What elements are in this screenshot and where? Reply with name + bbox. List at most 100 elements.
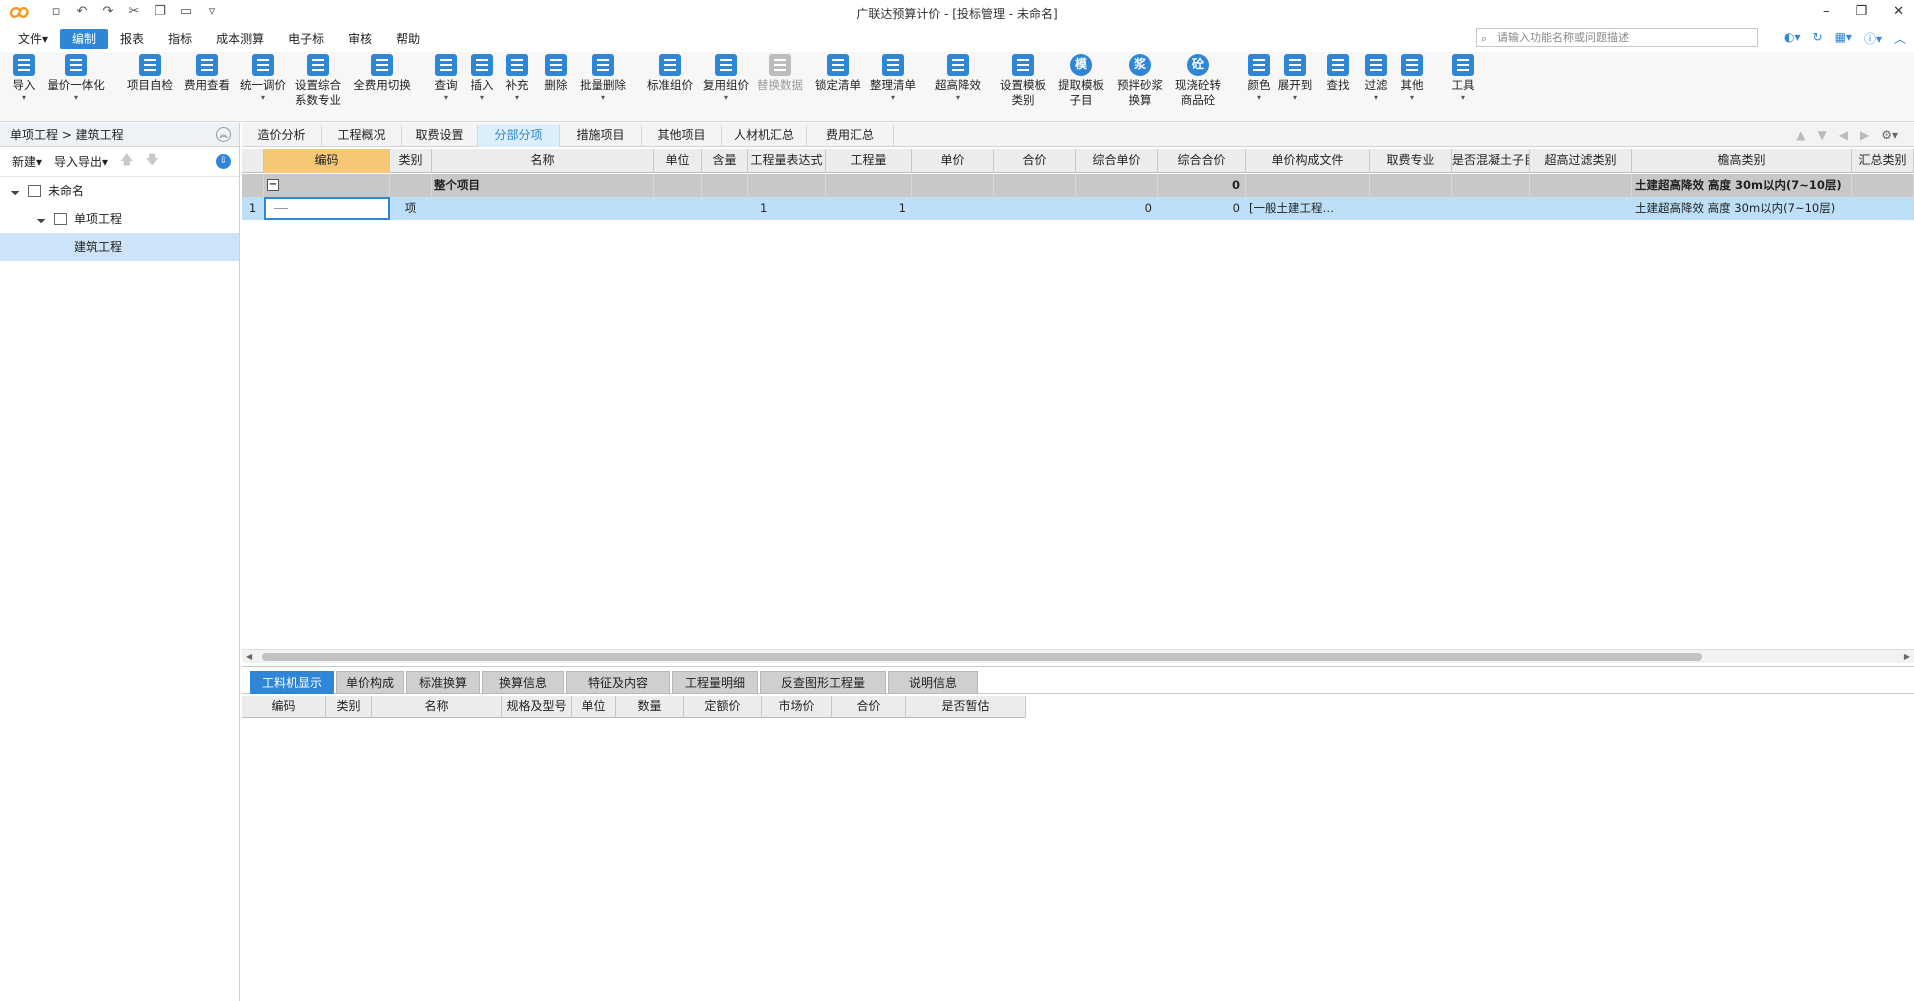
menu-item[interactable]: 报表 bbox=[108, 29, 156, 49]
function-search-input[interactable]: ⌕ 请输入功能名称或问题描述 bbox=[1476, 28, 1758, 47]
menu-item[interactable]: 文件▾ bbox=[6, 29, 60, 49]
menu-item[interactable]: 帮助 bbox=[384, 29, 432, 49]
detail-tab[interactable]: 反查图形工程量 bbox=[760, 671, 886, 694]
ribbon-button-mortar[interactable]: 浆预拌砂浆 换算 bbox=[1110, 54, 1170, 108]
cell-unit[interactable] bbox=[654, 174, 702, 197]
tab-item[interactable]: 造价分析 bbox=[242, 125, 322, 147]
expand-toggle-icon[interactable]: ◢ bbox=[29, 207, 53, 231]
cell-unit_comp[interactable]: 0 bbox=[1076, 197, 1158, 220]
tab-item[interactable]: 分部分项 bbox=[478, 125, 560, 147]
chevron-down-icon[interactable]: ▾ bbox=[515, 93, 519, 102]
tab-item[interactable]: 其他项目 bbox=[642, 125, 722, 147]
chevron-down-icon[interactable]: ▾ bbox=[1293, 93, 1297, 102]
scroll-left-icon[interactable]: ◀ bbox=[246, 650, 252, 664]
ribbon-button-self-check[interactable]: 项目自检 bbox=[120, 54, 180, 93]
tree-item[interactable]: ◢ 单项工程 bbox=[0, 205, 239, 233]
arrow-down-icon[interactable]: ▼ bbox=[1818, 128, 1827, 142]
settings-icon[interactable]: ⚙▾ bbox=[1881, 128, 1898, 142]
info-icon[interactable]: ⓘ▾ bbox=[1864, 30, 1882, 47]
headset-icon[interactable]: ◐▾ bbox=[1784, 30, 1801, 47]
column-header[interactable]: 名称 bbox=[432, 149, 654, 173]
chevron-down-icon[interactable]: ▾ bbox=[22, 93, 26, 102]
ribbon-button-tools[interactable]: 工具 ▾ bbox=[1433, 54, 1493, 102]
ribbon-button-reuse-price[interactable]: 复用组价 ▾ bbox=[696, 54, 756, 102]
cell-fee_major[interactable] bbox=[1370, 197, 1452, 220]
cell-super_filter[interactable] bbox=[1530, 197, 1632, 220]
column-header[interactable]: 汇总类别 bbox=[1852, 149, 1914, 173]
detail-tab[interactable]: 单价构成 bbox=[336, 671, 404, 694]
detail-column-header[interactable]: 市场价 bbox=[762, 696, 832, 718]
detail-column-header[interactable]: 单位 bbox=[572, 696, 616, 718]
menu-item[interactable]: 编制 bbox=[60, 29, 109, 49]
column-header[interactable]: 含量 bbox=[702, 149, 748, 173]
move-up-icon[interactable]: 🡅 bbox=[120, 151, 133, 173]
chevron-down-icon[interactable]: ▾ bbox=[480, 93, 484, 102]
cell-comp_total[interactable]: 0 bbox=[1158, 174, 1246, 197]
column-header[interactable]: 单价构成文件 bbox=[1246, 149, 1370, 173]
ribbon-button-batch-delete[interactable]: 批量删除 ▾ bbox=[573, 54, 633, 102]
collapse-ribbon-icon[interactable]: ︿ bbox=[1894, 30, 1906, 47]
tab-item[interactable]: 措施项目 bbox=[560, 125, 642, 147]
tab-item[interactable]: 人材机汇总 bbox=[722, 125, 807, 147]
ribbon-button-standard-price[interactable]: 标准组价 bbox=[640, 54, 700, 93]
minimize-icon[interactable]: – bbox=[1823, 4, 1830, 19]
expand-toggle-icon[interactable]: ◢ bbox=[3, 179, 27, 203]
chevron-down-icon[interactable]: ▾ bbox=[1410, 93, 1414, 102]
column-header[interactable]: 综合合价 bbox=[1158, 149, 1246, 173]
arrow-right-icon[interactable]: ▶ bbox=[1860, 128, 1869, 142]
ribbon-button-lock[interactable]: 锁定清单 bbox=[808, 54, 868, 93]
cell-unit[interactable] bbox=[654, 197, 702, 220]
cell-comp_total[interactable]: 0 bbox=[1158, 197, 1246, 220]
cell-fee_major[interactable] bbox=[1370, 174, 1452, 197]
column-header[interactable]: 单位 bbox=[654, 149, 702, 173]
detail-column-header[interactable]: 合价 bbox=[832, 696, 906, 718]
horizontal-scrollbar[interactable]: ◀ ▶ bbox=[242, 649, 1914, 663]
detail-tab[interactable]: 工程量明细 bbox=[672, 671, 758, 694]
chevron-down-icon[interactable]: ▾ bbox=[1461, 93, 1465, 102]
group-row[interactable]: − 整个项目 0 土建超高降效 高度 30m以内(7~10层) bbox=[242, 174, 1914, 197]
column-header[interactable]: 综合单价 bbox=[1076, 149, 1158, 173]
cell-expr[interactable] bbox=[748, 174, 826, 197]
cell-unit_comp[interactable] bbox=[1076, 174, 1158, 197]
column-header[interactable]: 超高过滤类别 bbox=[1530, 149, 1632, 173]
ribbon-button-extract-template[interactable]: 模提取模板 子目 bbox=[1051, 54, 1111, 108]
ribbon-button-organize-list[interactable]: 整理清单 ▾ bbox=[863, 54, 923, 102]
tree-item[interactable]: ◢ 未命名 bbox=[0, 177, 239, 205]
detail-tab[interactable]: 特征及内容 bbox=[566, 671, 670, 694]
menu-item[interactable]: 审核 bbox=[336, 29, 384, 49]
close-icon[interactable]: ✕ bbox=[1893, 4, 1904, 19]
column-header[interactable]: 工程量表达式 bbox=[748, 149, 826, 173]
ribbon-button-template[interactable]: 设置模板 类别 bbox=[993, 54, 1053, 108]
cell-is_concrete[interactable] bbox=[1452, 197, 1530, 220]
detail-column-header[interactable]: 编码 bbox=[242, 696, 326, 718]
detail-tab[interactable]: 工料机显示 bbox=[250, 671, 334, 694]
detail-column-header[interactable]: 数量 bbox=[616, 696, 684, 718]
cell-price_file[interactable]: [一般土建工程… bbox=[1246, 197, 1370, 220]
tab-item[interactable]: 费用汇总 bbox=[807, 125, 894, 147]
ribbon-button-quantity-price[interactable]: 量价一体化 ▾ bbox=[46, 54, 106, 102]
column-header[interactable]: 工程量 bbox=[826, 149, 912, 173]
tree-item[interactable]: 建筑工程 bbox=[0, 233, 239, 261]
detail-tab[interactable]: 标准换算 bbox=[406, 671, 480, 694]
cell-name[interactable] bbox=[432, 197, 654, 220]
cell-summary[interactable] bbox=[1852, 197, 1914, 220]
refresh-icon[interactable]: ↻ bbox=[1813, 30, 1823, 47]
arrow-left-icon[interactable]: ◀ bbox=[1839, 128, 1848, 142]
download-icon[interactable]: ⇩ bbox=[216, 154, 231, 169]
chevron-down-icon[interactable]: ▾ bbox=[724, 93, 728, 102]
cell-summary[interactable] bbox=[1852, 174, 1914, 197]
chevron-down-icon[interactable]: ▾ bbox=[74, 93, 78, 102]
ribbon-button-full-fee[interactable]: 全费用切换 bbox=[352, 54, 412, 93]
column-header[interactable]: 取费专业 bbox=[1370, 149, 1452, 173]
tab-item[interactable]: 工程概况 bbox=[322, 125, 402, 147]
cell-type[interactable]: 项 bbox=[390, 197, 432, 220]
cell-qty[interactable]: 1 bbox=[826, 197, 912, 220]
detail-tab[interactable]: 说明信息 bbox=[888, 671, 978, 694]
apps-icon[interactable]: ▦▾ bbox=[1835, 30, 1852, 47]
move-down-icon[interactable]: 🡇 bbox=[145, 151, 158, 173]
cell-total[interactable] bbox=[994, 197, 1076, 220]
chevron-down-icon[interactable]: ▾ bbox=[1257, 93, 1261, 102]
detail-column-header[interactable]: 类别 bbox=[326, 696, 372, 718]
column-header[interactable]: 类别 bbox=[390, 149, 432, 173]
column-header[interactable]: 合价 bbox=[994, 149, 1076, 173]
